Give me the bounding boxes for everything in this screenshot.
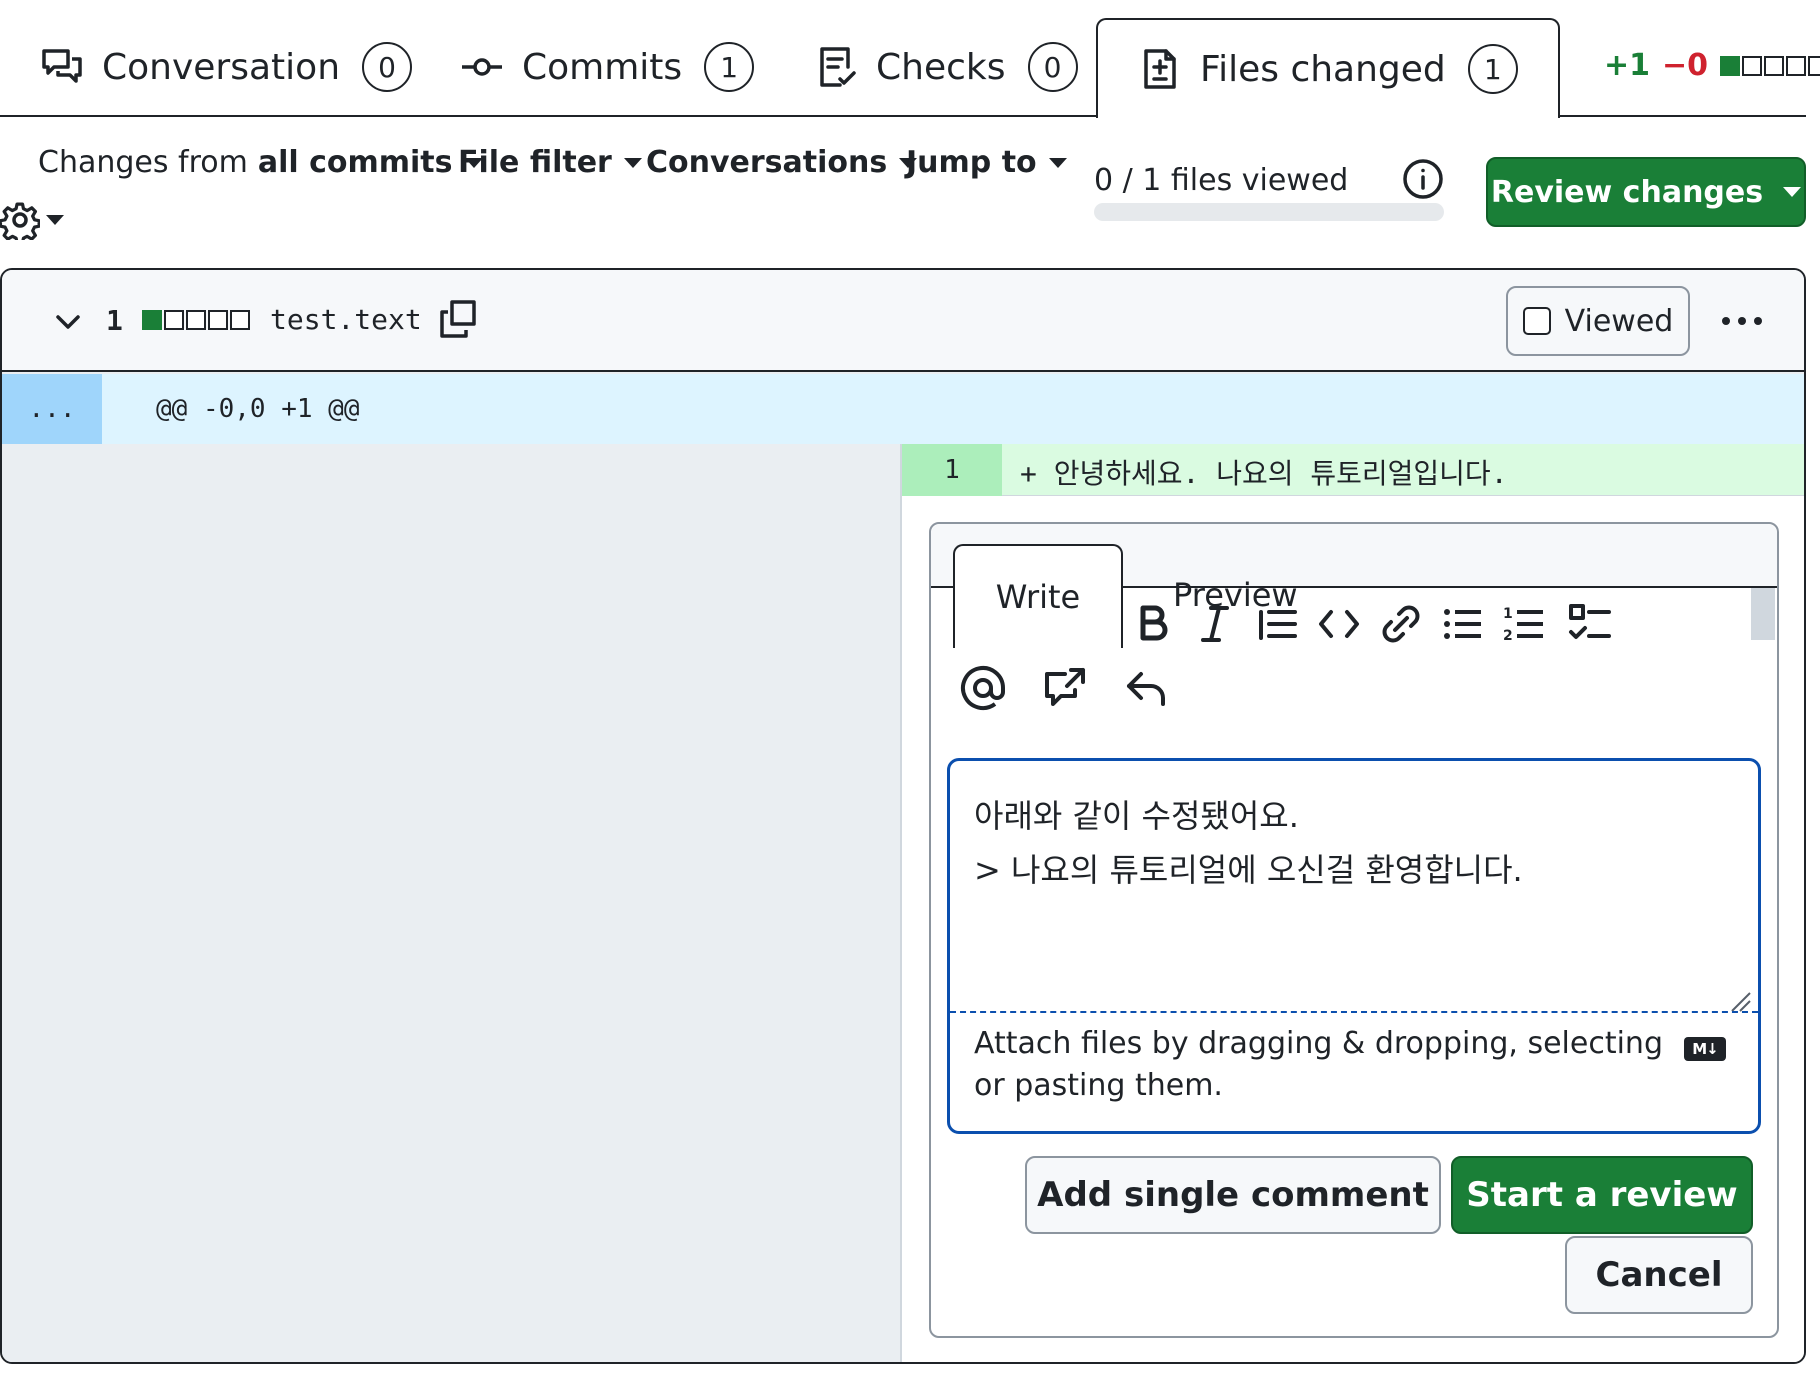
add-single-comment-button[interactable]: Add single comment	[1025, 1156, 1441, 1234]
review-changes-button[interactable]: Review changes	[1486, 157, 1806, 227]
diffstat-block-neutral	[208, 310, 228, 330]
diffstat-block-added	[142, 310, 162, 330]
ordered-list-icon[interactable]: 12	[1501, 600, 1549, 648]
comment-discussion-icon	[42, 49, 82, 83]
conversations-label: Conversations	[646, 145, 888, 180]
tab-label: Checks	[876, 46, 1006, 88]
mention-icon[interactable]	[959, 664, 1007, 712]
hunk-header-text: @@ -0,0 +1 @@	[156, 394, 360, 424]
file-diffstat-blocks	[142, 310, 250, 330]
diffstat: +1 −0	[1604, 48, 1820, 83]
jump-to-label: Jump to	[906, 145, 1037, 180]
tab-label: Conversation	[102, 46, 341, 88]
files-viewed-progress	[1094, 203, 1444, 221]
conversations-dropdown[interactable]: Conversations	[646, 145, 918, 180]
expand-hunk-button[interactable]: ...	[2, 374, 102, 444]
copy-icon[interactable]	[438, 298, 480, 340]
comment-text[interactable]: 아래와 같이 수정됐어요. > 나요의 튜토리얼에 오신걸 환영합니다.	[974, 789, 1523, 897]
viewed-label: Viewed	[1564, 303, 1674, 339]
file-header: 1 test.text Viewed	[2, 270, 1804, 372]
caret-down-icon	[46, 215, 64, 225]
tab-files-changed[interactable]: Files changed 1	[1096, 18, 1560, 118]
additions-count: +1	[1604, 48, 1651, 83]
file-filter-dropdown[interactable]: File filter	[458, 145, 642, 180]
diffstat-block-neutral	[1764, 55, 1785, 76]
toolbar-scrollbar[interactable]	[1751, 588, 1775, 640]
changes-from-label: Changes from	[38, 145, 248, 180]
svg-text:1: 1	[1503, 606, 1513, 622]
file-diff: 1 test.text Viewed ... @@ -0,0 +1 @@ 1 +…	[0, 268, 1806, 1364]
start-review-button[interactable]: Start a review	[1451, 1156, 1753, 1234]
inline-comment-form: Write Preview 12 아래와 같이 수정됐어요. > 나요의 튜토리…	[929, 522, 1779, 1338]
tab-label: Commits	[522, 46, 683, 88]
diff-settings-button[interactable]	[0, 200, 64, 240]
diffstat-block-neutral	[230, 310, 250, 330]
diffstat-block-neutral	[1808, 55, 1820, 76]
comment-textarea[interactable]: 아래와 같이 수정됐어요. > 나요의 튜토리얼에 오신걸 환영합니다. Att…	[947, 758, 1761, 1134]
diffstat-blocks	[1720, 55, 1820, 76]
attach-divider	[950, 1011, 1758, 1013]
diffstat-block-neutral	[164, 310, 184, 330]
tab-commits[interactable]: Commits 1	[460, 18, 755, 116]
cross-reference-icon[interactable]	[1041, 664, 1089, 712]
checklist-icon	[820, 47, 856, 87]
markdown-icon[interactable]: M↓	[1684, 1037, 1726, 1061]
svg-text:2: 2	[1503, 628, 1513, 644]
added-line-code: + 안녕하세요. 나요의 튜토리얼입니다.	[1020, 457, 1508, 490]
tab-counter: 0	[362, 42, 413, 92]
kebab-horizontal-icon[interactable]	[1718, 300, 1766, 342]
caret-down-icon	[623, 157, 642, 168]
reply-icon[interactable]	[1123, 664, 1171, 712]
tab-counter: 0	[1027, 42, 1078, 92]
bold-icon[interactable]	[1129, 600, 1177, 648]
attach-files-hint[interactable]: Attach files by dragging & dropping, sel…	[974, 1023, 1664, 1107]
changes-from-dropdown[interactable]: Changes from all commits	[38, 145, 483, 180]
diffstat-block-neutral	[186, 310, 206, 330]
caret-down-icon	[1048, 157, 1067, 168]
diffstat-block-added	[1720, 55, 1741, 76]
tab-write[interactable]: Write	[953, 544, 1123, 648]
link-icon[interactable]	[1377, 600, 1425, 648]
right-diff-pane: 1 + 안녕하세요. 나요의 튜토리얼입니다. Write Preview 12	[902, 444, 1804, 1362]
code-icon[interactable]	[1315, 600, 1363, 648]
git-commit-icon	[462, 58, 502, 76]
comment-text-line2: > 나요의 튜토리얼에 오신걸 환영합니다.	[974, 851, 1523, 889]
cancel-button[interactable]: Cancel	[1565, 1236, 1753, 1314]
changes-from-value: all commits	[257, 145, 453, 180]
file-change-count: 1	[106, 304, 123, 337]
hunk-header-row: ... @@ -0,0 +1 @@	[2, 374, 1804, 444]
viewed-checkbox[interactable]: Viewed	[1506, 286, 1690, 356]
added-line-row: 1 + 안녕하세요. 나요의 튜토리얼입니다.	[902, 444, 1804, 496]
caret-down-icon	[1783, 187, 1802, 197]
left-diff-empty	[2, 444, 902, 1362]
jump-to-dropdown[interactable]: Jump to	[906, 145, 1067, 180]
deletions-count: −0	[1662, 48, 1709, 83]
file-filter-label: File filter	[458, 145, 612, 180]
info-icon[interactable]	[1402, 158, 1444, 200]
tab-counter: 1	[1467, 44, 1518, 94]
gear-icon	[0, 202, 40, 240]
diffstat-block-neutral	[1786, 55, 1807, 76]
file-diff-icon	[1144, 49, 1176, 89]
resize-handle-icon[interactable]	[1728, 989, 1752, 1013]
comment-text-line1: 아래와 같이 수정됐어요.	[974, 797, 1299, 835]
tab-label: Files changed	[1200, 48, 1446, 90]
files-viewed-text: 0 / 1 files viewed	[1094, 163, 1349, 198]
checkbox-icon	[1522, 307, 1551, 335]
review-changes-label: Review changes	[1490, 174, 1764, 210]
chevron-down-icon[interactable]	[52, 306, 84, 338]
task-list-icon[interactable]	[1567, 600, 1615, 648]
file-name-link[interactable]: test.text	[270, 303, 422, 336]
tab-conversation[interactable]: Conversation 0	[40, 18, 413, 116]
tab-preview[interactable]: Preview	[1173, 576, 1298, 614]
tab-counter: 1	[704, 42, 755, 92]
line-number[interactable]: 1	[902, 444, 1002, 496]
unordered-list-icon[interactable]	[1439, 600, 1487, 648]
tab-checks[interactable]: Checks 0	[814, 18, 1078, 116]
diffstat-block-neutral	[1742, 55, 1763, 76]
